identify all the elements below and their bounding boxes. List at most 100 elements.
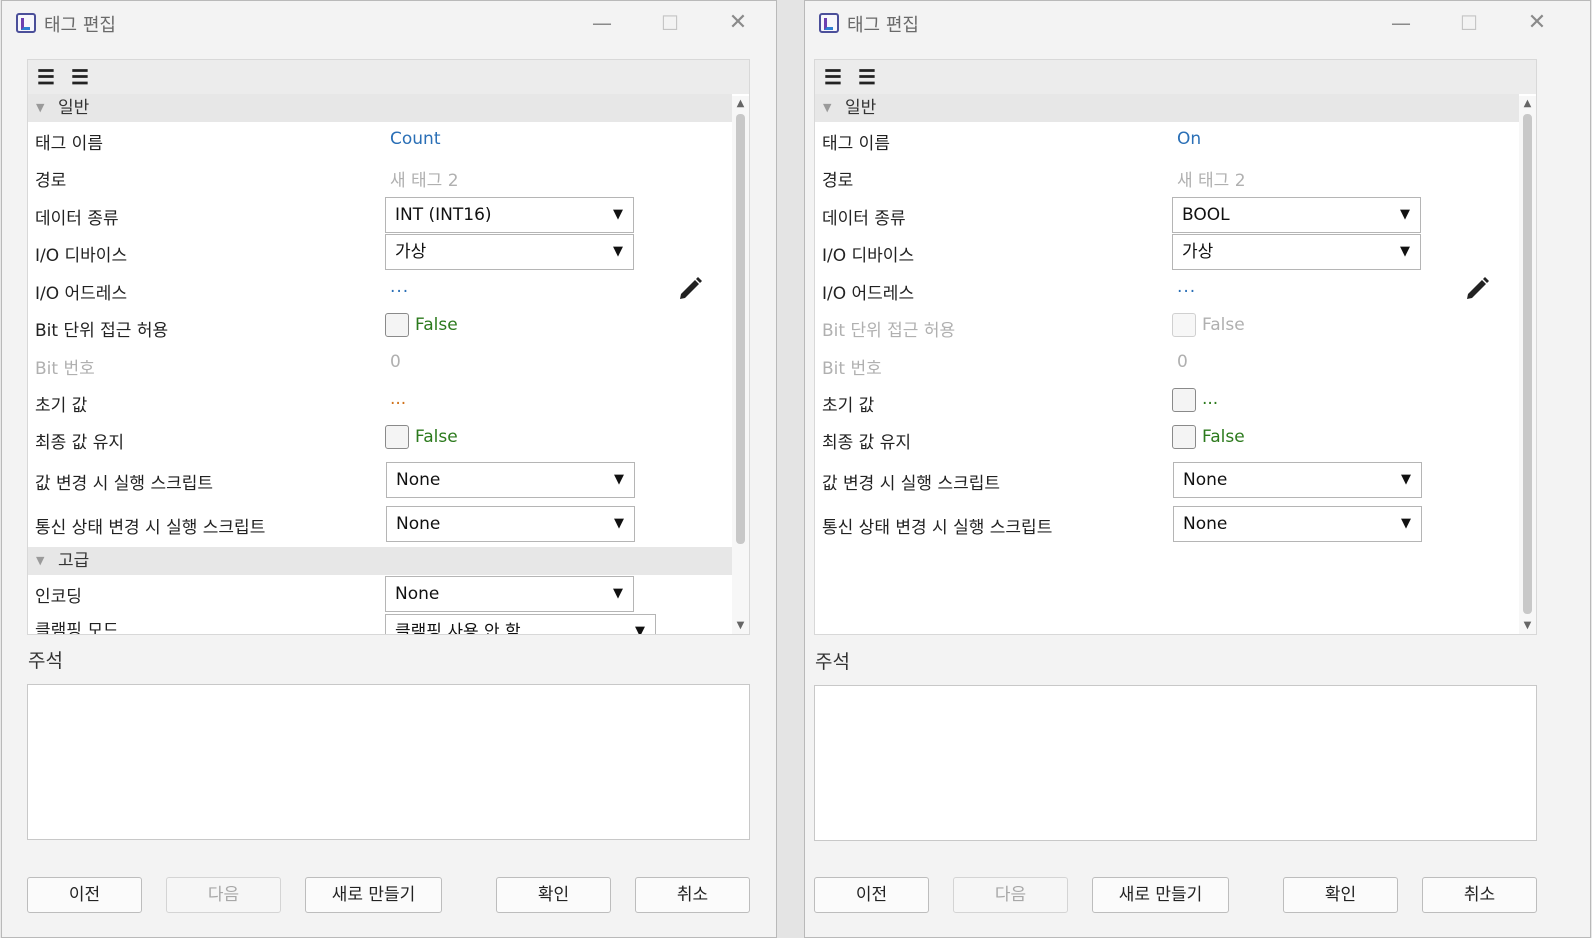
label-on-change-script: 값 변경 시 실행 스크립트: [35, 474, 214, 494]
dropdown-arrow-icon: ▼: [613, 586, 623, 601]
title-bar[interactable]: 태그 편집 — ☐ ✕: [2, 1, 776, 45]
io-device-dropdown[interactable]: 가상 ▼: [1172, 234, 1421, 270]
value-io-address[interactable]: ...: [1177, 277, 1196, 297]
value-tag-name[interactable]: On: [1177, 129, 1201, 149]
section-general[interactable]: ▼ 일반: [28, 94, 732, 122]
dropdown-arrow-icon: ▼: [613, 244, 623, 259]
section-general-title: 일반: [58, 98, 90, 118]
section-advanced-title: 고급: [58, 551, 90, 571]
close-button[interactable]: ✕: [1517, 9, 1557, 37]
section-general-title: 일반: [845, 98, 877, 118]
collapse-triangle-icon[interactable]: ▼: [36, 547, 44, 575]
label-comm-change-script: 통신 상태 변경 시 실행 스크립트: [35, 518, 266, 538]
value-initial-value[interactable]: ...: [1202, 389, 1218, 409]
sort-alphabetical-icon[interactable]: ☰: [858, 65, 884, 89]
pencil-icon[interactable]: [1463, 275, 1491, 303]
property-toolbar: ☰ ☰: [28, 60, 749, 94]
vertical-scrollbar[interactable]: ▲ ▼: [732, 96, 749, 634]
vertical-scrollbar[interactable]: ▲ ▼: [1519, 96, 1536, 634]
value-retain-last: False: [415, 427, 458, 447]
maximize-button: ☐: [1460, 11, 1478, 35]
property-grid: ☰ ☰ ▼ 일반 태그 이름 On 경로 새 태그 2 데이터 종류 BOOL …: [814, 59, 1537, 635]
data-type-value: INT (INT16): [395, 205, 492, 225]
value-retain-last: False: [1202, 427, 1245, 447]
minimize-button[interactable]: —: [1381, 9, 1421, 37]
label-data-type: 데이터 종류: [35, 209, 119, 229]
on-change-script-dropdown[interactable]: None ▼: [386, 462, 635, 498]
close-button[interactable]: ✕: [718, 9, 758, 37]
value-initial-value[interactable]: ...: [390, 389, 406, 409]
collapse-triangle-icon[interactable]: ▼: [823, 94, 831, 122]
io-device-dropdown[interactable]: 가상 ▼: [385, 234, 634, 270]
prev-button[interactable]: 이전: [814, 877, 929, 913]
label-bit-access: Bit 단위 접근 허용: [35, 321, 169, 341]
scroll-thumb[interactable]: [1523, 114, 1532, 614]
value-bit-access: False: [415, 315, 458, 335]
value-tag-name[interactable]: Count: [390, 129, 441, 149]
section-advanced[interactable]: ▼ 고급: [28, 547, 732, 575]
cancel-button[interactable]: 취소: [1422, 877, 1537, 913]
data-type-value: BOOL: [1182, 205, 1230, 225]
comm-change-script-dropdown[interactable]: None ▼: [1173, 506, 1422, 542]
bit-access-checkbox[interactable]: [385, 313, 409, 337]
cancel-button[interactable]: 취소: [635, 877, 750, 913]
retain-last-checkbox[interactable]: [385, 425, 409, 449]
io-device-value: 가상: [395, 242, 427, 262]
clamp-mode-value: 클램핑 사용 안 함: [395, 622, 521, 634]
property-toolbar: ☰ ☰: [815, 60, 1536, 94]
app-icon: [819, 13, 839, 33]
next-button: 다음: [166, 877, 281, 913]
label-retain-last: 최종 값 유지: [822, 433, 912, 453]
label-tag-name: 태그 이름: [822, 134, 890, 154]
sort-alphabetical-icon[interactable]: ☰: [71, 65, 97, 89]
bit-access-checkbox: [1172, 313, 1196, 337]
label-clamp-mode: 클램핑 모드: [35, 621, 119, 634]
comm-change-script-dropdown[interactable]: None ▼: [386, 506, 635, 542]
dropdown-arrow-icon: ▼: [1400, 207, 1410, 222]
minimize-button[interactable]: —: [582, 9, 622, 37]
sort-categorized-icon[interactable]: ☰: [37, 65, 63, 89]
dropdown-arrow-icon: ▼: [614, 516, 624, 531]
scroll-down-arrow-icon[interactable]: ▼: [1519, 618, 1536, 634]
scroll-down-arrow-icon[interactable]: ▼: [732, 618, 749, 634]
section-general[interactable]: ▼ 일반: [815, 94, 1519, 122]
ok-button[interactable]: 확인: [1283, 877, 1398, 913]
label-bit-number: Bit 번호: [35, 359, 95, 379]
retain-last-checkbox[interactable]: [1172, 425, 1196, 449]
label-initial-value: 초기 값: [822, 396, 875, 416]
prev-button[interactable]: 이전: [27, 877, 142, 913]
label-bit-access: Bit 단위 접근 허용: [822, 321, 956, 341]
new-button[interactable]: 새로 만들기: [305, 877, 442, 913]
initial-value-checkbox[interactable]: [1172, 388, 1196, 412]
next-button: 다음: [953, 877, 1068, 913]
new-button[interactable]: 새로 만들기: [1092, 877, 1229, 913]
label-tag-name: 태그 이름: [35, 134, 103, 154]
comment-textarea[interactable]: [814, 685, 1537, 841]
sort-categorized-icon[interactable]: ☰: [824, 65, 850, 89]
on-change-script-dropdown[interactable]: None ▼: [1173, 462, 1422, 498]
comm-change-script-value: None: [1183, 514, 1228, 534]
background-gap: [777, 0, 804, 938]
pencil-icon[interactable]: [676, 275, 704, 303]
dropdown-arrow-icon: ▼: [613, 207, 623, 222]
value-path: 새 태그 2: [1177, 171, 1246, 191]
scroll-up-arrow-icon[interactable]: ▲: [1519, 96, 1536, 112]
value-io-address[interactable]: ...: [390, 277, 409, 297]
dropdown-arrow-icon: ▼: [1401, 472, 1411, 487]
dropdown-arrow-icon: ▼: [635, 624, 645, 634]
scroll-up-arrow-icon[interactable]: ▲: [732, 96, 749, 112]
data-type-dropdown[interactable]: INT (INT16) ▼: [385, 197, 634, 233]
window-title: 태그 편집: [44, 15, 116, 36]
dropdown-arrow-icon: ▼: [614, 472, 624, 487]
encoding-dropdown[interactable]: None ▼: [385, 576, 634, 612]
data-type-dropdown[interactable]: BOOL ▼: [1172, 197, 1421, 233]
on-change-script-value: None: [1183, 470, 1228, 490]
title-bar[interactable]: 태그 편집 — ☐ ✕: [805, 1, 1590, 45]
io-device-value: 가상: [1182, 242, 1214, 262]
scroll-thumb[interactable]: [736, 114, 745, 544]
collapse-triangle-icon[interactable]: ▼: [36, 94, 44, 122]
clamp-mode-dropdown[interactable]: 클램핑 사용 안 함 ▼: [385, 614, 656, 634]
comment-textarea[interactable]: [27, 684, 750, 840]
window-title: 태그 편집: [847, 15, 919, 36]
ok-button[interactable]: 확인: [496, 877, 611, 913]
